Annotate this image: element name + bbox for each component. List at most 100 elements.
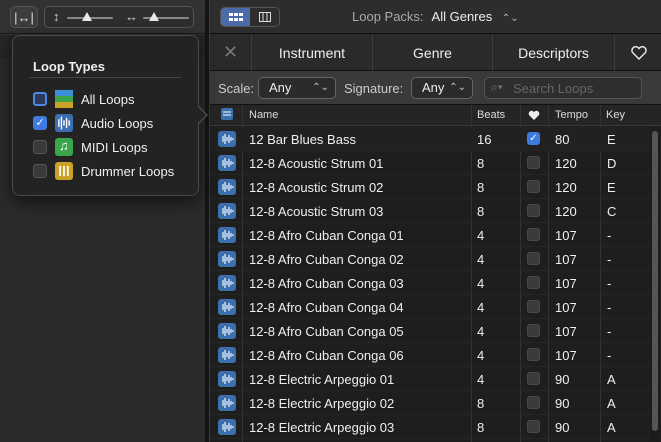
waveform-icon <box>218 155 236 171</box>
popover-arrow-fill <box>197 106 206 124</box>
table-row[interactable]: 12-8 Acoustic Strum 03 8 120 C <box>210 199 661 223</box>
loop-type-checkbox[interactable] <box>33 164 47 178</box>
table-row[interactable]: 12-8 Electric Arpeggio 01 4 90 A <box>210 367 661 391</box>
favorite-checkbox[interactable] <box>527 324 540 337</box>
table-row[interactable]: 12-8 Electric Arpeggio 03 8 90 A <box>210 415 661 439</box>
favorite-checkbox[interactable] <box>527 396 540 409</box>
favorite-checkbox[interactable]: ✓ <box>527 132 540 145</box>
loop-tempo: 120 <box>555 156 577 171</box>
column-type-icon[interactable] <box>221 108 233 123</box>
horizontal-zoom-knob[interactable] <box>149 12 159 21</box>
loop-tempo: 90 <box>555 396 570 411</box>
waveform-icon <box>218 227 236 243</box>
favorite-checkbox[interactable] <box>527 348 540 361</box>
loop-key: - <box>607 300 612 315</box>
descriptors-filter-button[interactable]: Descriptors <box>493 34 615 71</box>
loop-name: 12 Bar Blues Bass <box>249 132 356 147</box>
loop-beats: 4 <box>477 276 485 291</box>
loop-name: 12-8 Electric Arpeggio 03 <box>249 420 395 435</box>
descriptors-label: Descriptors <box>518 44 589 61</box>
horizontal-zoom-icon: ↔ <box>125 9 138 24</box>
grid-view-icon[interactable] <box>221 8 250 26</box>
loop-name: 12-8 Acoustic Strum 02 <box>249 180 384 195</box>
loop-key: - <box>607 324 612 339</box>
loop-packs-selector[interactable]: Loop Packs: All Genres ⌃⌄ <box>352 9 519 24</box>
fit-width-icon[interactable]: |↔| <box>10 6 38 28</box>
loop-beats: 4 <box>477 228 485 243</box>
table-row[interactable]: 12-8 Acoustic Strum 01 8 120 D <box>210 151 661 175</box>
favorite-checkbox[interactable] <box>527 300 540 313</box>
close-icon[interactable]: ✕ <box>210 34 252 71</box>
table-row[interactable]: 12-8 Afro Cuban Conga 06 4 107 - <box>210 343 661 367</box>
instrument-filter-button[interactable]: Instrument <box>252 34 373 71</box>
favorite-checkbox[interactable] <box>527 276 540 289</box>
scroll-thumb[interactable] <box>652 131 658 431</box>
loop-browser-header: Loop Packs: All Genres ⌃⌄ <box>210 0 661 34</box>
loop-beats: 4 <box>477 252 485 267</box>
loop-tempo: 120 <box>555 180 577 195</box>
loop-type-item[interactable]: All Loops <box>33 90 193 108</box>
loop-type-item[interactable]: Drummer Loops <box>33 162 193 180</box>
table-row[interactable]: 12-8 Afro Cuban Conga 04 4 107 - <box>210 295 661 319</box>
table-row[interactable]: 12-8 Afro Cuban Conga 05 4 107 - <box>210 319 661 343</box>
scrollbar[interactable] <box>650 127 660 442</box>
search-icon: ⌕▾ <box>491 80 503 94</box>
loop-type-checkbox[interactable] <box>33 92 47 106</box>
table-row[interactable]: 12-8 Afro Cuban Conga 01 4 107 - <box>210 223 661 247</box>
loop-beats: 8 <box>477 396 485 411</box>
loop-key: A <box>607 420 616 435</box>
loop-type-item[interactable]: ✓ Audio Loops <box>33 114 193 132</box>
loop-name: 12-8 Afro Cuban Conga 03 <box>249 276 404 291</box>
loop-beats: 16 <box>477 132 492 147</box>
column-beats[interactable]: Beats <box>477 109 505 121</box>
loop-tempo: 80 <box>555 132 570 147</box>
signature-value: Any <box>422 80 445 95</box>
loop-key: - <box>607 228 612 243</box>
loop-name: 12-8 Acoustic Strum 01 <box>249 156 384 171</box>
loop-type-checkbox[interactable] <box>33 140 47 154</box>
column-tempo[interactable]: Tempo <box>555 109 588 121</box>
search-input[interactable]: ⌕▾ Search Loops <box>484 77 642 99</box>
loop-name: 12-8 Afro Cuban Conga 05 <box>249 324 404 339</box>
loop-tempo: 107 <box>555 324 577 339</box>
heart-icon[interactable] <box>615 34 661 71</box>
genre-filter-button[interactable]: Genre <box>373 34 493 71</box>
favorite-checkbox[interactable] <box>527 204 540 217</box>
favorite-checkbox[interactable] <box>527 156 540 169</box>
waveform-icon <box>218 347 236 363</box>
signature-label: Signature: <box>344 81 404 96</box>
favorite-checkbox[interactable] <box>527 228 540 241</box>
waveform-icon <box>218 323 236 339</box>
table-row[interactable]: 12-8 Electric Arpeggio 02 8 90 A <box>210 391 661 415</box>
column-view-icon[interactable] <box>250 8 279 26</box>
waveform-icon <box>218 251 236 267</box>
left-toolbar: |↔| ↕ ↔ <box>0 0 209 34</box>
heart-icon[interactable] <box>528 110 540 124</box>
favorite-checkbox[interactable] <box>527 252 540 265</box>
genre-label: Genre <box>413 44 452 61</box>
favorite-checkbox[interactable] <box>527 372 540 385</box>
column-name[interactable]: Name <box>249 109 278 121</box>
table-row[interactable]: 12-8 Afro Cuban Conga 02 4 107 - <box>210 247 661 271</box>
table-row[interactable]: 12-8 Afro Cuban Conga 03 4 107 - <box>210 271 661 295</box>
loop-key: A <box>607 372 616 387</box>
loop-tempo: 107 <box>555 228 577 243</box>
instrument-label: Instrument <box>278 44 346 61</box>
loop-beats: 4 <box>477 300 485 315</box>
scale-select[interactable]: Any ⌃⌄ <box>258 77 336 99</box>
loop-type-item[interactable]: ♫ MIDI Loops <box>33 138 193 156</box>
zoom-sliders: ↕ ↔ <box>44 6 194 28</box>
table-row[interactable]: 12 Bar Blues Bass 16 ✓ 80 E <box>210 127 661 151</box>
scale-value: Any <box>269 80 292 95</box>
table-row[interactable]: 12-8 Acoustic Strum 02 8 120 E <box>210 175 661 199</box>
favorite-checkbox[interactable] <box>527 180 540 193</box>
vertical-zoom-knob[interactable] <box>82 12 92 21</box>
column-key[interactable]: Key <box>606 109 625 121</box>
divider <box>29 77 181 78</box>
loop-type-checkbox[interactable]: ✓ <box>33 116 47 130</box>
table-header: Name Beats Tempo Key <box>210 105 661 126</box>
waveform-icon <box>218 203 236 219</box>
loop-key: C <box>607 204 617 219</box>
signature-select[interactable]: Any ⌃⌄ <box>411 77 473 99</box>
favorite-checkbox[interactable] <box>527 420 540 433</box>
